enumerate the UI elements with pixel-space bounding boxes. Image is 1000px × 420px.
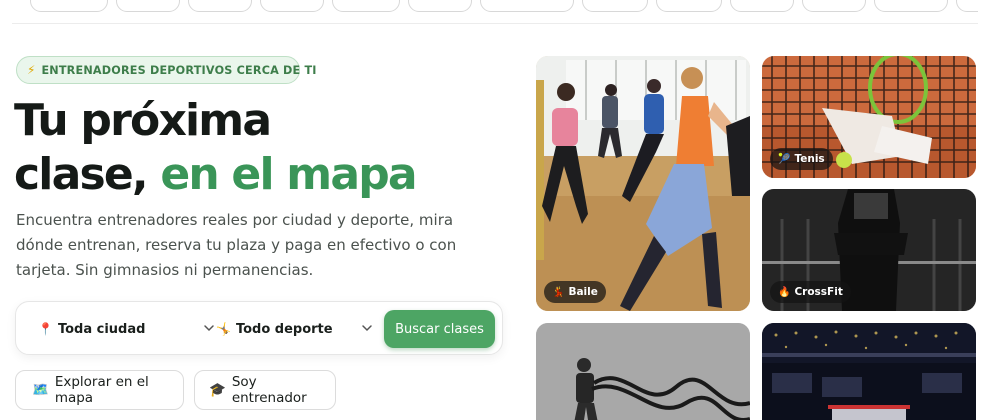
tile-label-text: CrossFit <box>794 286 843 298</box>
sport-tile-dance[interactable]: 💃 Baile <box>536 56 750 311</box>
arena-image <box>762 323 976 420</box>
category-chip-strip <box>12 0 978 24</box>
hero-description: Encuentra entrenadores reales por ciudad… <box>16 211 457 279</box>
explore-map-label: Explorar en el mapa <box>54 374 149 406</box>
tennis-ball-icon: 🎾 <box>778 153 791 165</box>
lightning-icon: ⚡ <box>27 63 36 77</box>
dancer-icon: 💃 <box>552 286 565 298</box>
chevron-down-icon <box>204 325 214 332</box>
sport-tile-training[interactable] <box>536 323 750 420</box>
search-bar: 📍 Toda ciudad 🤸 Todo deporte Buscar clas… <box>15 301 503 355</box>
pin-icon: 📍 <box>38 322 53 336</box>
category-chip[interactable] <box>874 0 948 12</box>
training-image <box>536 323 750 420</box>
title-accent: en el mapa <box>160 149 417 200</box>
sport-icon: 🤸 <box>216 322 231 336</box>
tile-label-text: Baile <box>568 286 598 298</box>
category-chip[interactable] <box>332 0 400 12</box>
chevron-down-icon <box>362 325 372 332</box>
category-chip[interactable] <box>956 0 978 12</box>
sport-select[interactable]: 🤸 Todo deporte <box>216 311 374 347</box>
category-chip[interactable] <box>656 0 722 12</box>
category-chip[interactable] <box>802 0 866 12</box>
hero-badge: ⚡ ENTRENADORES DEPORTIVOS CERCA DE TI <box>16 56 316 84</box>
city-select-value: Toda ciudad <box>57 321 146 337</box>
sport-tile-crossfit[interactable]: 🔥 CrossFit <box>762 189 976 311</box>
sport-tile-tennis[interactable]: 🎾 Tenis <box>762 56 976 178</box>
sport-tile-arena[interactable] <box>762 323 976 420</box>
tile-label: 💃 Baile <box>544 281 606 303</box>
category-chip[interactable] <box>30 0 108 12</box>
category-chip[interactable] <box>582 0 648 12</box>
category-chip[interactable] <box>480 0 574 12</box>
page-title: Tu próxima clase, en el mapa <box>14 94 514 202</box>
coach-signup-button[interactable]: 🎓 Soy entrenador <box>194 370 336 410</box>
explore-map-button[interactable]: 🗺️ Explorar en el mapa <box>15 370 184 410</box>
category-chip[interactable] <box>260 0 324 12</box>
category-chip[interactable] <box>730 0 794 12</box>
graduation-cap-icon: 🎓 <box>209 382 226 398</box>
title-line-1: Tu próxima <box>14 95 272 146</box>
tile-label: 🔥 CrossFit <box>770 281 851 303</box>
hero-badge-text: ENTRENADORES DEPORTIVOS CERCA DE TI <box>41 63 317 77</box>
dance-class-image <box>536 56 750 311</box>
title-line-2: clase, <box>14 149 149 200</box>
map-icon: 🗺️ <box>32 382 49 398</box>
category-chip[interactable] <box>116 0 180 12</box>
fire-icon: 🔥 <box>778 286 791 298</box>
category-chip[interactable] <box>408 0 472 12</box>
tile-label-text: Tenis <box>794 153 825 165</box>
search-classes-button[interactable]: Buscar clases <box>384 310 495 348</box>
city-select[interactable]: 📍 Toda ciudad <box>38 311 216 347</box>
category-chip[interactable] <box>188 0 252 12</box>
sport-select-value: Todo deporte <box>235 321 333 337</box>
coach-signup-label: Soy entrenador <box>231 374 307 406</box>
tile-label: 🎾 Tenis <box>770 148 833 170</box>
